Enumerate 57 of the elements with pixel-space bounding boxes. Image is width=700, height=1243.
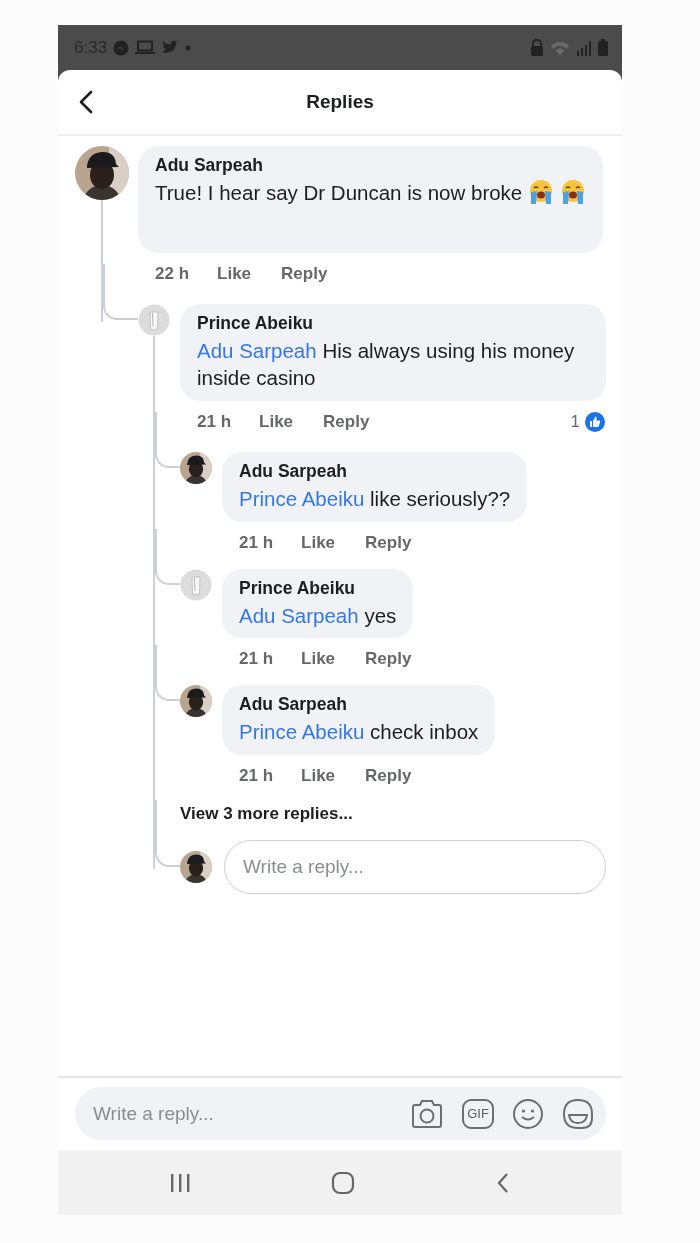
view-more-replies-link[interactable]: View 3 more replies... bbox=[180, 804, 353, 825]
comment-text: Adu Sarpeah His always using his money inside casino bbox=[197, 337, 576, 392]
avatar bbox=[180, 452, 212, 484]
messenger-icon bbox=[113, 39, 130, 56]
avatar bbox=[180, 851, 212, 884]
like-link[interactable]: Like bbox=[259, 412, 294, 432]
comment-text: Prince Abeiku like seriously?? bbox=[239, 486, 511, 512]
reply-link[interactable]: Reply bbox=[365, 532, 412, 553]
crying-face-icon bbox=[528, 179, 555, 205]
mention-link[interactable]: Prince Abeiku bbox=[239, 720, 365, 744]
author-name: Adu Sarpeah bbox=[239, 461, 348, 482]
comment-text: Prince Abeiku check inbox bbox=[239, 719, 479, 746]
emoji-icon[interactable] bbox=[512, 1097, 544, 1130]
time-label: 21 h bbox=[239, 766, 274, 787]
lock-icon bbox=[530, 39, 544, 56]
avatar bbox=[75, 146, 129, 200]
like-link[interactable]: Like bbox=[301, 766, 336, 787]
battery-icon bbox=[598, 39, 608, 56]
mention-link[interactable]: Prince Abeiku bbox=[239, 487, 365, 510]
like-link[interactable]: Like bbox=[301, 532, 336, 553]
reply-input[interactable]: Write a reply... bbox=[241, 855, 589, 880]
composer-field[interactable]: Write a reply... GIF bbox=[75, 1087, 606, 1140]
reply-link[interactable]: Reply bbox=[365, 649, 412, 670]
notification-dot-icon bbox=[185, 44, 192, 51]
like-count: 1 bbox=[570, 412, 580, 432]
avatar bbox=[138, 303, 170, 336]
reply-link[interactable]: Reply bbox=[281, 263, 328, 284]
time-label: 22 h bbox=[155, 263, 190, 284]
laptop-icon bbox=[135, 40, 156, 55]
bird-icon bbox=[161, 40, 180, 55]
reply-link[interactable]: Reply bbox=[365, 766, 412, 787]
author-name: Adu Sarpeah bbox=[155, 155, 264, 176]
header-title: Replies bbox=[306, 91, 374, 113]
reply-link[interactable]: Reply bbox=[323, 412, 370, 432]
avatar bbox=[180, 685, 212, 718]
like-link[interactable]: Like bbox=[217, 263, 252, 284]
reply-input[interactable]: Write a reply... bbox=[91, 1101, 392, 1126]
comment-text: True! I hear say Dr Duncan is now broke bbox=[155, 179, 587, 207]
crying-face-icon bbox=[560, 179, 587, 205]
time-label: 21 h bbox=[197, 412, 232, 432]
like-link[interactable]: Like bbox=[301, 649, 336, 670]
wifi-icon bbox=[550, 39, 570, 56]
time-label: 21 h bbox=[239, 532, 274, 553]
like-icon bbox=[584, 411, 606, 433]
author-name: Adu Sarpeah bbox=[239, 694, 348, 716]
time-label: 21 h bbox=[239, 649, 274, 670]
home-button[interactable] bbox=[331, 1170, 355, 1195]
mention-link[interactable]: Adu Sarpeah bbox=[197, 338, 317, 362]
avatar bbox=[180, 568, 212, 601]
comment-text: Adu Sarpeah yes bbox=[239, 602, 397, 629]
mention-link[interactable]: Adu Sarpeah bbox=[239, 603, 359, 627]
signal-icon bbox=[576, 39, 592, 56]
gif-button[interactable]: GIF bbox=[462, 1098, 494, 1129]
author-name: Prince Abeiku bbox=[197, 312, 315, 334]
author-name: Prince Abeiku bbox=[239, 577, 357, 599]
sticker-icon[interactable] bbox=[562, 1097, 594, 1130]
camera-icon[interactable] bbox=[410, 1098, 444, 1129]
